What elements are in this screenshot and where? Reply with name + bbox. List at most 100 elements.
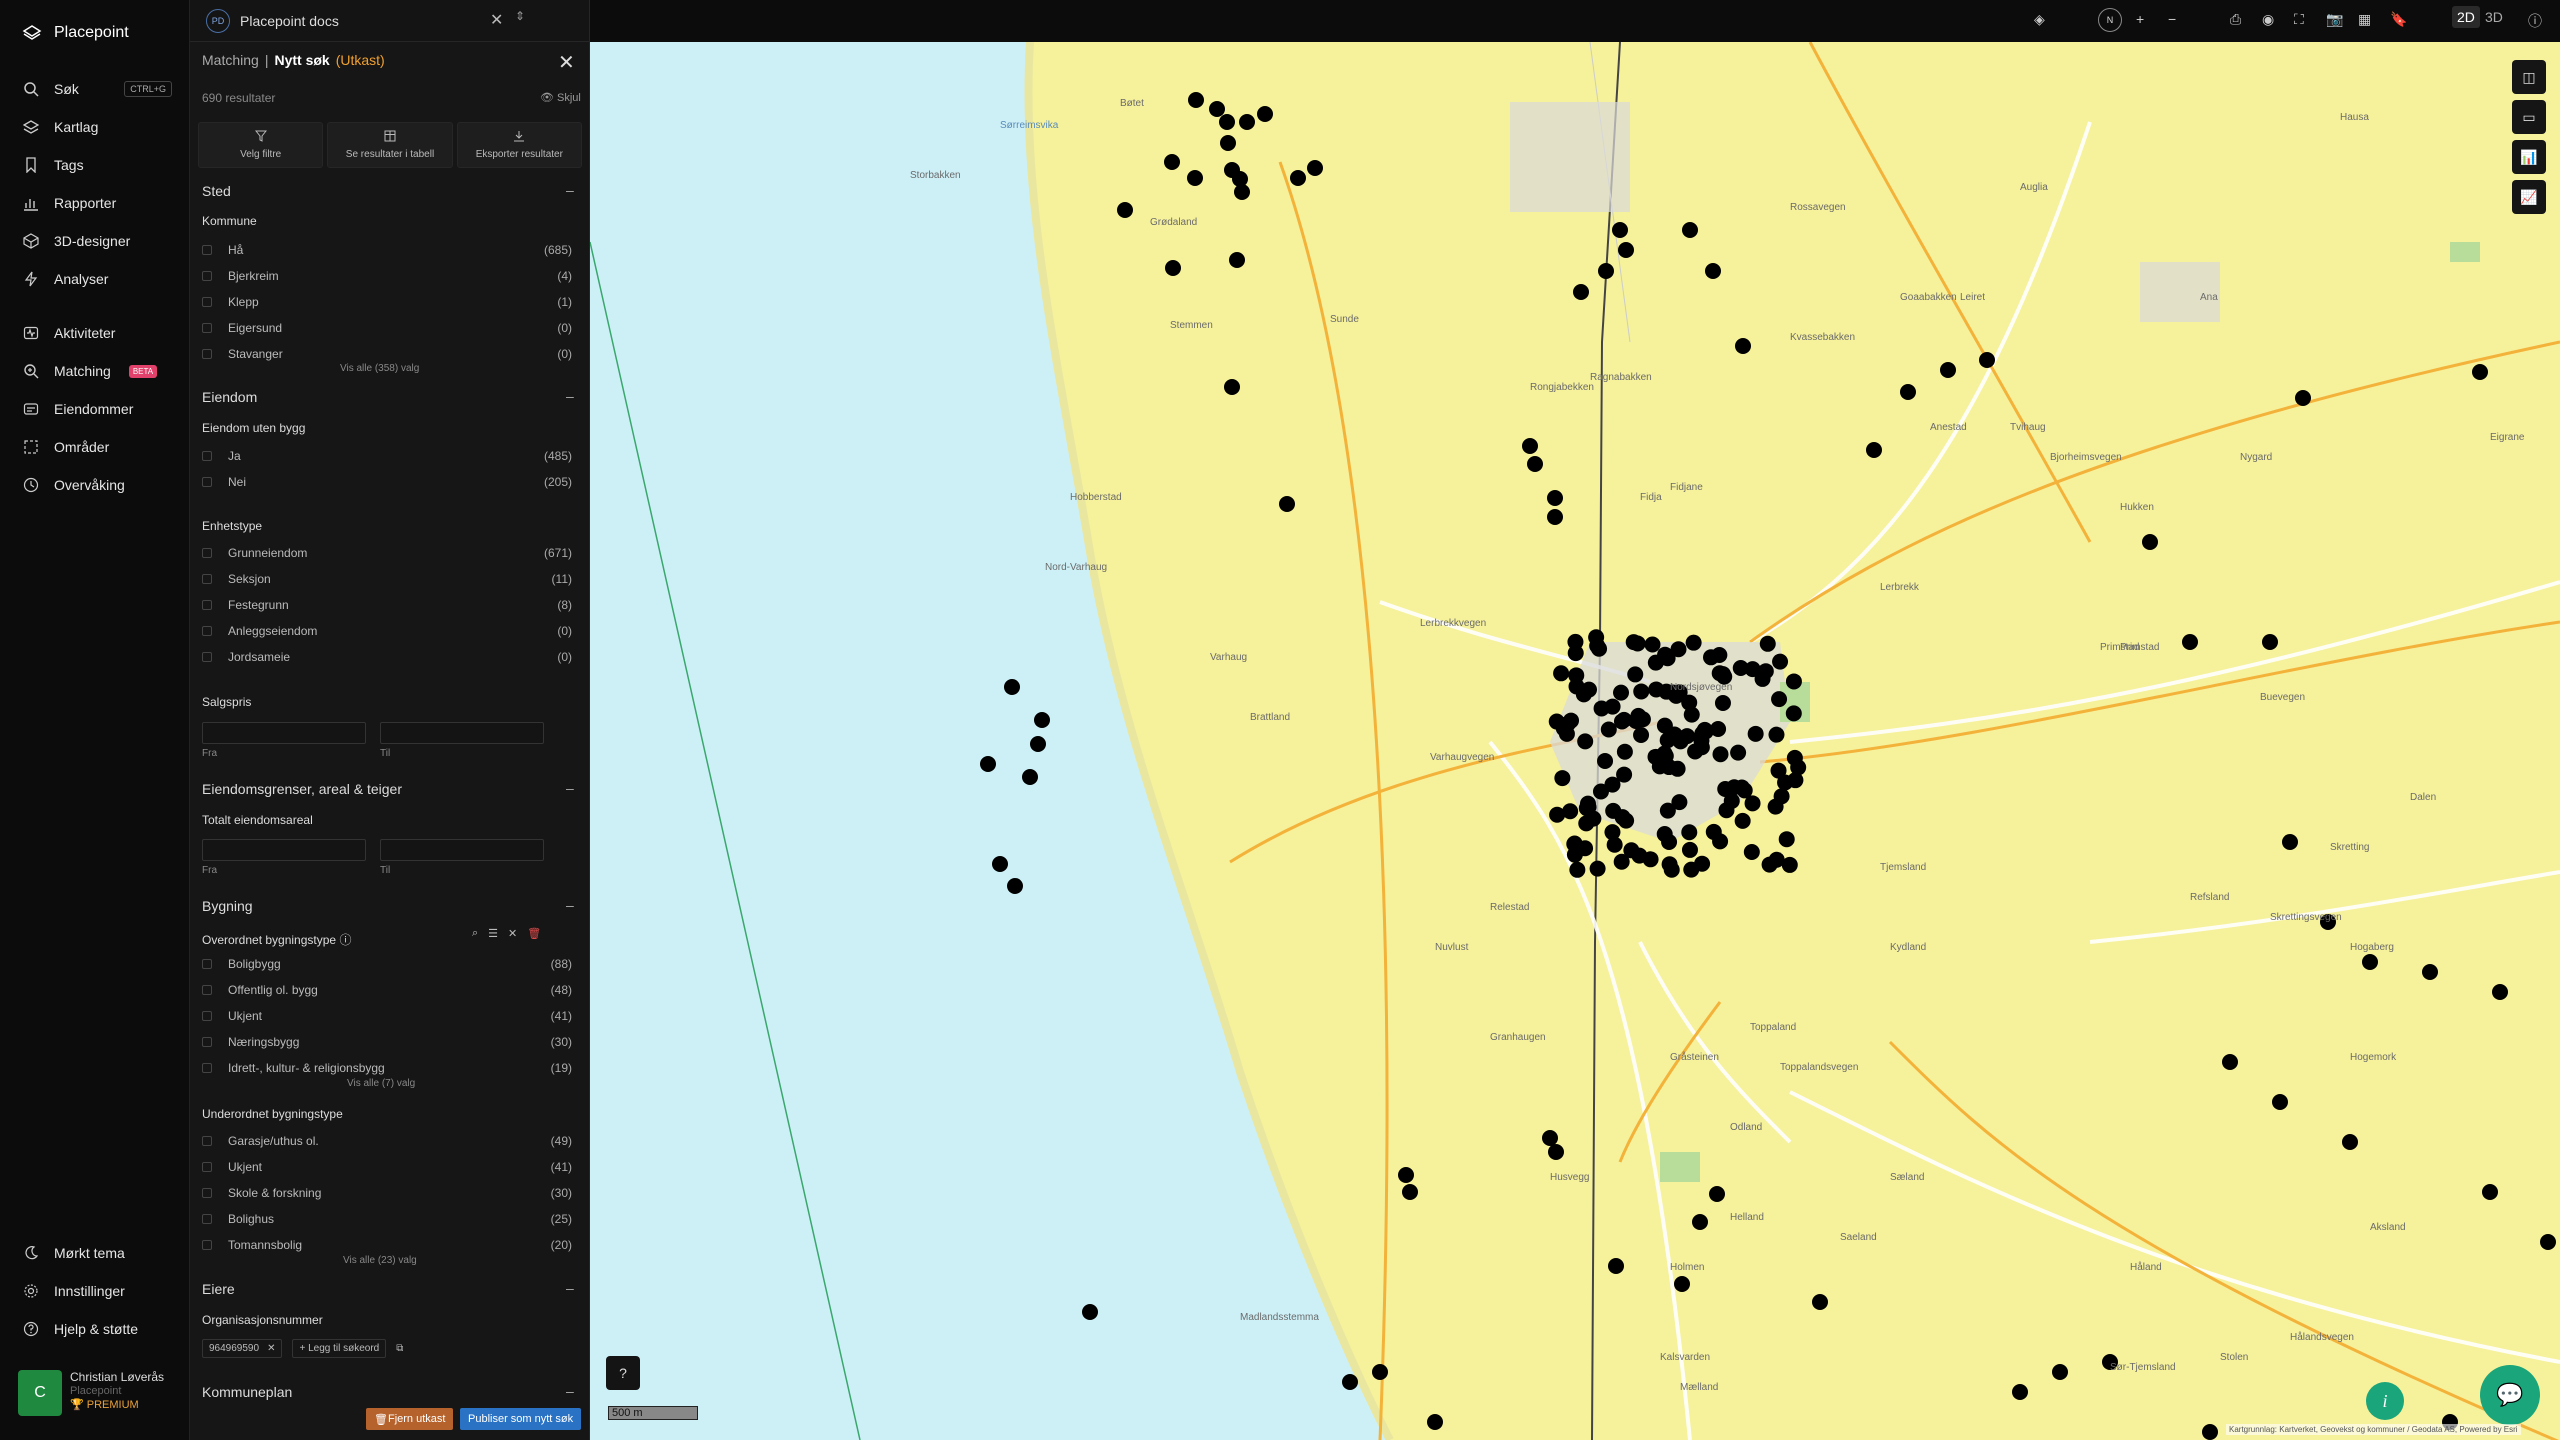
result-marker[interactable] [2222, 1054, 2238, 1070]
nav-item-activities[interactable]: Aktiviteter [22, 321, 172, 345]
area-from-input[interactable] [202, 839, 366, 861]
checkbox[interactable] [202, 1162, 212, 1172]
result-marker[interactable] [1612, 222, 1628, 238]
result-marker[interactable] [2482, 1184, 2498, 1200]
result-marker[interactable] [1187, 170, 1203, 186]
result-marker[interactable] [1605, 802, 1622, 819]
option-row[interactable]: Festegrunn (8) [202, 597, 572, 613]
result-marker[interactable] [1569, 861, 1586, 878]
info-circle-icon[interactable]: ⓘ [339, 933, 351, 947]
result-marker[interactable] [1030, 736, 1046, 752]
result-marker[interactable] [1726, 779, 1743, 796]
result-marker[interactable] [1604, 824, 1621, 841]
checkbox[interactable] [202, 548, 212, 558]
result-marker[interactable] [1188, 92, 1204, 108]
result-marker[interactable] [1682, 222, 1698, 238]
result-marker[interactable] [1547, 509, 1563, 525]
result-marker[interactable] [1866, 442, 1882, 458]
option-row[interactable]: Bolighus (25) [202, 1211, 572, 1227]
result-marker[interactable] [980, 756, 996, 772]
result-marker[interactable] [1234, 184, 1250, 200]
result-marker[interactable] [1900, 384, 1916, 400]
result-marker[interactable] [1229, 252, 1245, 268]
result-marker[interactable] [1685, 634, 1702, 651]
bookmark-icon[interactable]: 🔖 [2390, 11, 2407, 28]
result-marker[interactable] [1613, 684, 1630, 701]
result-marker[interactable] [1712, 746, 1729, 763]
result-marker[interactable] [1527, 456, 1543, 472]
copy-icon[interactable]: ⧉ [396, 1343, 403, 1354]
checkbox[interactable] [202, 477, 212, 487]
result-marker[interactable] [1542, 1130, 1558, 1146]
result-marker[interactable] [1979, 352, 1995, 368]
profile-button[interactable]: 📈 [2512, 180, 2546, 214]
result-marker[interactable] [1022, 769, 1038, 785]
result-marker[interactable] [1705, 823, 1722, 840]
option-row[interactable]: Stavanger (0) [202, 346, 572, 362]
section-title-grenser[interactable]: Eiendomsgrenser, areal & teiger [202, 781, 402, 797]
result-marker[interactable] [1747, 725, 1764, 742]
result-marker[interactable] [1692, 1214, 1708, 1230]
result-marker[interactable] [1616, 711, 1633, 728]
option-row[interactable]: Næringsbygg (30) [202, 1034, 572, 1050]
result-marker[interactable] [1778, 831, 1795, 848]
nav-item-matching[interactable]: Matching BETA [22, 359, 172, 383]
result-marker[interactable] [1598, 263, 1614, 279]
result-marker[interactable] [1785, 705, 1802, 722]
result-marker[interactable] [1257, 106, 1273, 122]
analysis-button[interactable]: 📊 [2512, 140, 2546, 174]
checkbox[interactable] [202, 600, 212, 610]
result-marker[interactable] [1034, 712, 1050, 728]
map-canvas[interactable] [590, 42, 2560, 1440]
nav-item-analyses[interactable]: Analyser [22, 267, 172, 291]
clear-icon[interactable]: ✕ [508, 927, 517, 940]
option-row[interactable]: Anleggseiendom (0) [202, 623, 572, 639]
checkbox[interactable] [202, 959, 212, 969]
result-marker[interactable] [1768, 851, 1785, 868]
result-marker[interactable] [1616, 766, 1633, 783]
add-keyword-button[interactable]: + Legg til søkeord [292, 1338, 387, 1358]
collapse-icon[interactable]: – [566, 388, 574, 404]
result-marker[interactable] [1759, 635, 1776, 652]
publish-button[interactable]: Publiser som nytt søk [460, 1408, 582, 1430]
option-row[interactable]: Ukjent (41) [202, 1008, 572, 1024]
close-panel-icon[interactable]: ✕ [558, 50, 575, 75]
result-marker[interactable] [2422, 964, 2438, 980]
result-marker[interactable] [1629, 635, 1646, 652]
show-all-link[interactable]: Vis alle (7) valg [347, 1078, 415, 1089]
result-marker[interactable] [1164, 154, 1180, 170]
result-marker[interactable] [1427, 1414, 1443, 1430]
checkbox[interactable] [202, 323, 212, 333]
option-row[interactable]: Skole & forskning (30) [202, 1185, 572, 1201]
checkbox[interactable] [202, 451, 212, 461]
result-marker[interactable] [2012, 1384, 2028, 1400]
result-marker[interactable] [1209, 101, 1225, 117]
result-marker[interactable] [1744, 795, 1761, 812]
result-marker[interactable] [1754, 670, 1771, 687]
result-marker[interactable] [1647, 748, 1664, 765]
nav-item-settings[interactable]: Innstillinger [22, 1279, 172, 1303]
checkbox[interactable] [202, 1214, 212, 1224]
option-row[interactable]: Bjerkreim (4) [202, 268, 572, 284]
result-marker[interactable] [1735, 338, 1751, 354]
result-marker[interactable] [1812, 1294, 1828, 1310]
result-marker[interactable] [1553, 665, 1570, 682]
fullscreen-icon[interactable]: ⛶ [2294, 11, 2304, 28]
result-marker[interactable] [1555, 720, 1572, 737]
option-row[interactable]: Ja (485) [202, 448, 572, 464]
view-2d-toggle[interactable]: 2D [2452, 6, 2480, 28]
result-marker[interactable] [1589, 860, 1606, 877]
checkbox[interactable] [202, 574, 212, 584]
checkbox[interactable] [202, 245, 212, 255]
result-marker[interactable] [1593, 700, 1610, 717]
result-marker[interactable] [1627, 666, 1644, 683]
option-row[interactable]: Klepp (1) [202, 294, 572, 310]
result-marker[interactable] [1219, 114, 1235, 130]
result-marker[interactable] [1681, 694, 1698, 711]
result-marker[interactable] [1693, 739, 1710, 756]
result-marker[interactable] [2142, 534, 2158, 550]
result-marker[interactable] [1723, 792, 1740, 809]
nav-item-search[interactable]: Søk CTRL+G [22, 77, 172, 101]
result-marker[interactable] [1681, 841, 1698, 858]
result-marker[interactable] [1588, 629, 1605, 646]
